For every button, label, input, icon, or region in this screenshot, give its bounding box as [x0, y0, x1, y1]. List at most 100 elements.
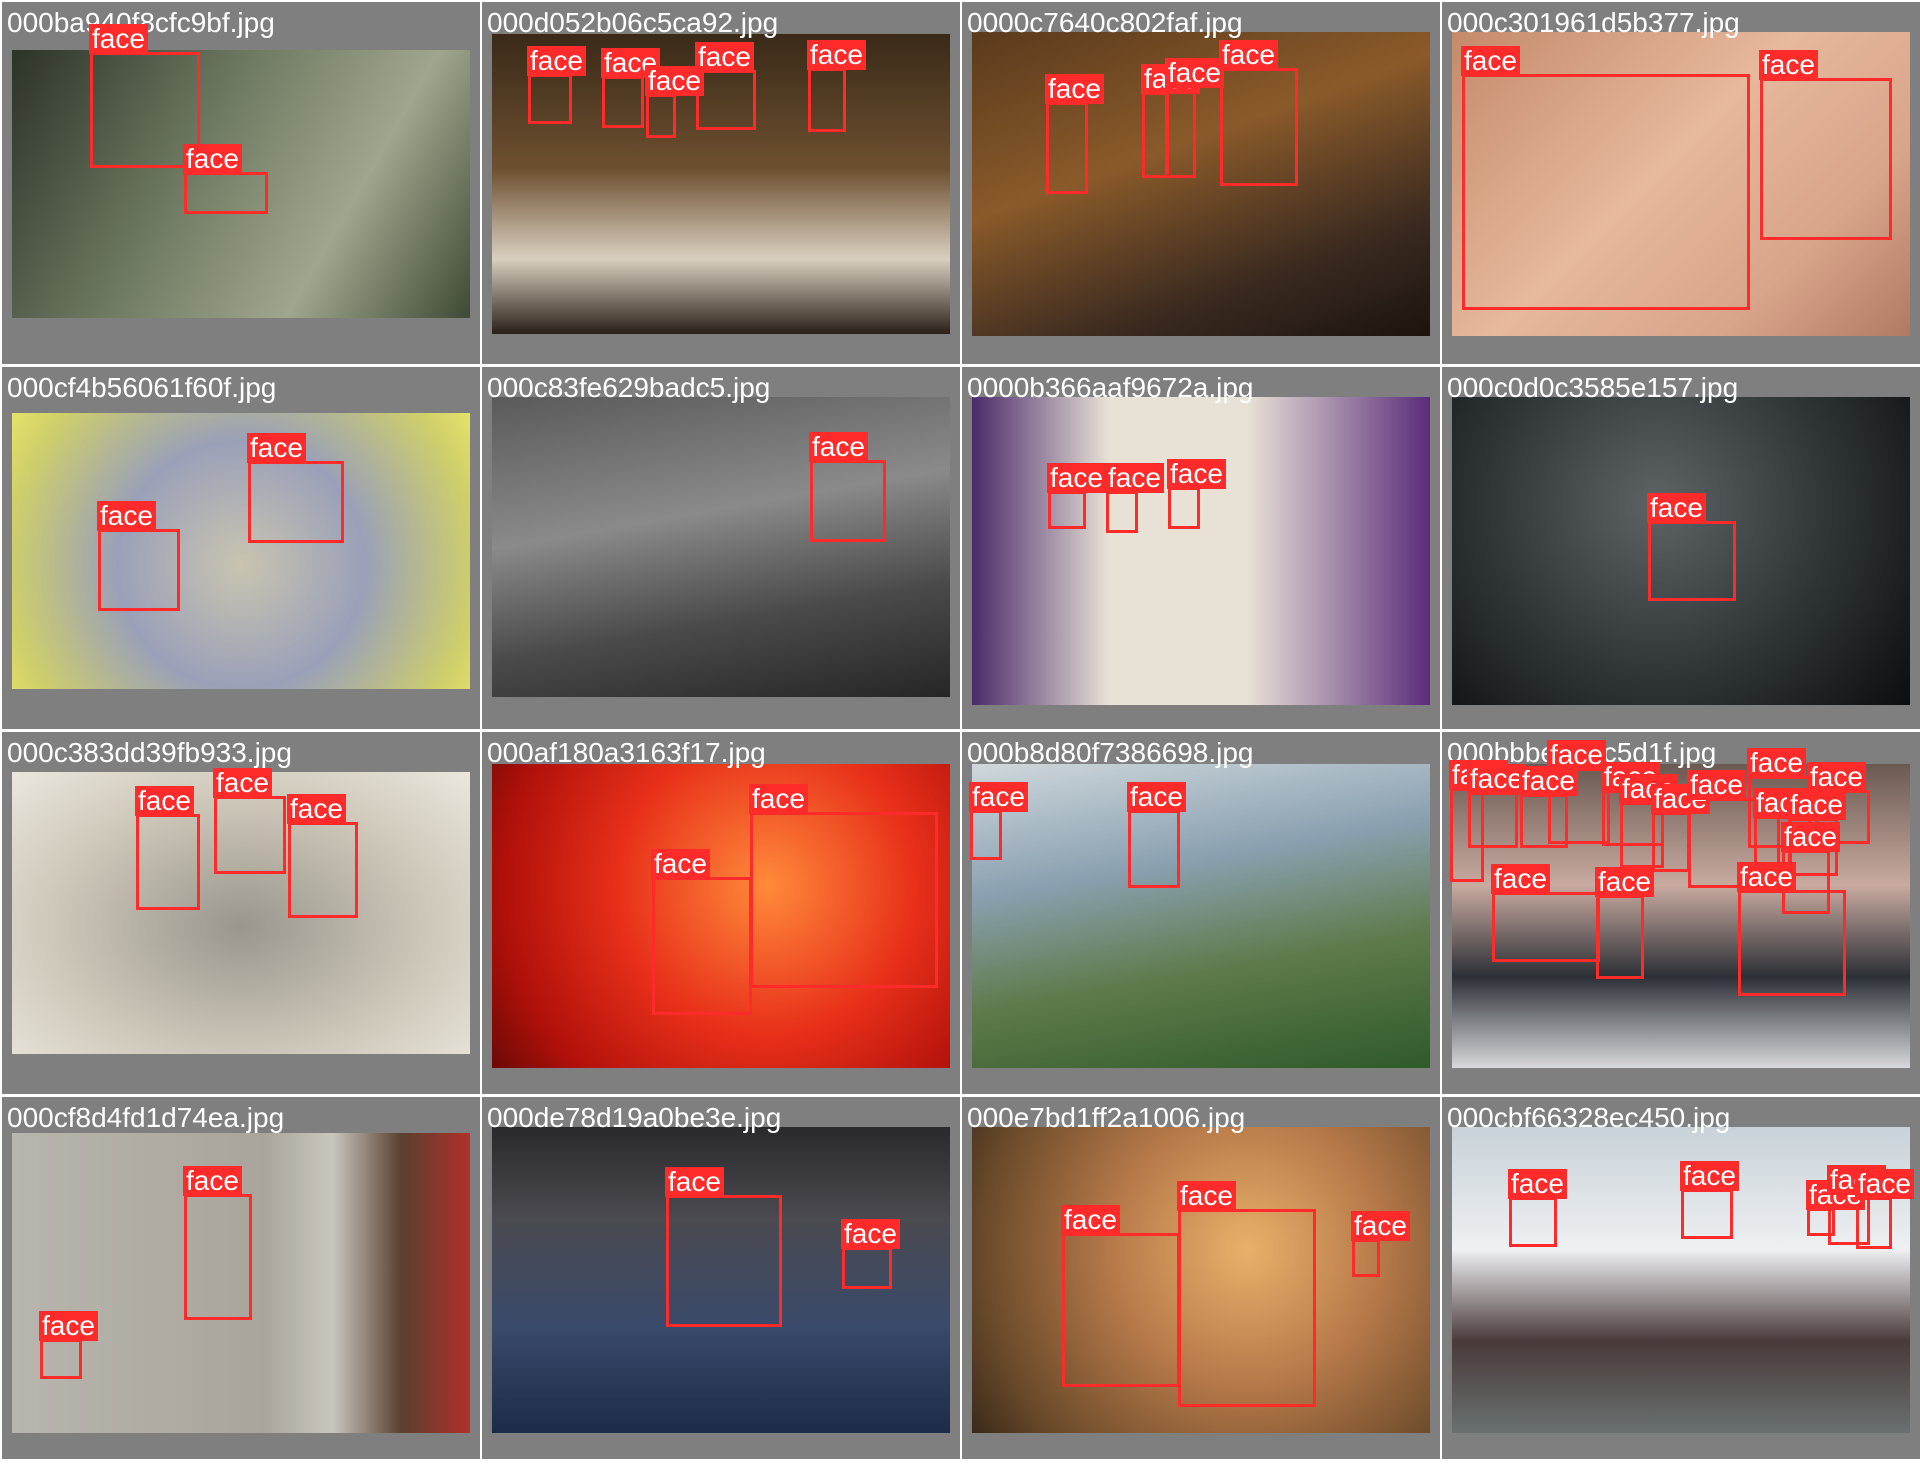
detection-mosaic: 000ba940f8cfc9bf.jpg face face 000d052b06c5…: [0, 0, 1920, 1464]
face-label: face: [1680, 1161, 1739, 1191]
face-label: face: [651, 849, 710, 879]
face-bounding-box: [1106, 491, 1138, 533]
face-bounding-box: [136, 814, 200, 910]
face-bounding-box: [1648, 521, 1736, 601]
face-bounding-box: [1468, 792, 1518, 848]
face-label: face: [183, 1166, 242, 1196]
face-label: face: [1781, 822, 1840, 852]
face-bounding-box: [1352, 1239, 1380, 1277]
face-bounding-box: [288, 822, 358, 918]
face-label: face: [807, 40, 866, 70]
face-label: face: [1351, 1211, 1410, 1241]
face-label: face: [1519, 766, 1578, 796]
face-bounding-box: [1596, 895, 1644, 979]
filename-label: 000c0d0c3585e157.jpg: [1447, 372, 1739, 403]
face-label: face: [1105, 463, 1164, 493]
face-label: face: [1127, 782, 1186, 812]
face-label: face: [1807, 762, 1866, 792]
face-label: face: [1855, 1169, 1914, 1199]
face-label: face: [1687, 770, 1746, 800]
face-label: face: [1595, 867, 1654, 897]
image-tile: 000c301961d5b377.jpg face face: [1442, 2, 1920, 364]
face-label: face: [89, 24, 148, 54]
face-label: face: [1759, 50, 1818, 80]
face-bounding-box: [1492, 892, 1600, 962]
face-bounding-box: [646, 94, 676, 138]
face-bounding-box: [810, 460, 886, 542]
face-bounding-box: [1128, 810, 1180, 888]
face-bounding-box: [652, 877, 752, 1015]
face-label: face: [1219, 40, 1278, 70]
face-label: face: [39, 1311, 98, 1341]
face-bounding-box: [184, 1194, 252, 1320]
filename-label: 000c301961d5b377.jpg: [1447, 7, 1740, 38]
image-tile: 000c83fe629badc5.jpg face: [482, 367, 960, 729]
face-bounding-box: [1462, 74, 1750, 310]
filename-label: 000c83fe629badc5.jpg: [487, 372, 771, 403]
face-label: face: [1787, 790, 1846, 820]
image-tile: 000cbf66328ec450.jpgfacefacefacefaceface: [1442, 1097, 1920, 1459]
face-label: face: [247, 433, 306, 463]
photo: [492, 397, 950, 697]
face-label: face: [1167, 459, 1226, 489]
image-tile: 000de78d19a0be3e.jpg face face: [482, 1097, 960, 1459]
filename-label: 000cf4b56061f60f.jpg: [7, 372, 277, 403]
face-label: face: [841, 1219, 900, 1249]
face-bounding-box: [248, 461, 344, 543]
face-bounding-box: [1738, 890, 1846, 996]
photo-shading: [972, 397, 1430, 705]
photo: [972, 764, 1430, 1068]
face-bounding-box: [842, 1247, 892, 1289]
face-bounding-box: [1509, 1197, 1557, 1247]
face-label: face: [287, 794, 346, 824]
face-label: face: [213, 768, 272, 798]
image-tile: 000c0d0c3585e157.jpg face: [1442, 367, 1920, 729]
face-bounding-box: [1652, 812, 1690, 872]
face-bounding-box: [1142, 92, 1168, 178]
photo-shading: [12, 413, 470, 689]
face-bounding-box: [1760, 78, 1892, 240]
face-bounding-box: [98, 529, 180, 611]
image-tile: 000cf4b56061f60f.jpg face face: [2, 367, 480, 729]
face-bounding-box: [1681, 1189, 1733, 1239]
face-label: face: [695, 42, 754, 72]
face-label: face: [135, 786, 194, 816]
face-bounding-box: [1046, 102, 1088, 194]
photo: [12, 413, 470, 689]
image-tile: 000cf8d4fd1d74ea.jpg face face: [2, 1097, 480, 1459]
image-tile: 000bbbe941c5d1f.jpgfacefacefacefacefacef…: [1442, 732, 1920, 1094]
image-tile: 000af180a3163f17.jpg face face: [482, 732, 960, 1094]
face-label: face: [183, 144, 242, 174]
face-label: face: [1047, 463, 1106, 493]
face-bounding-box: [1178, 1209, 1316, 1407]
filename-label: 000cf8d4fd1d74ea.jpg: [7, 1102, 285, 1133]
face-bounding-box: [1168, 487, 1200, 529]
face-label: face: [1061, 1205, 1120, 1235]
face-label: face: [969, 782, 1028, 812]
face-label: face: [1647, 493, 1706, 523]
filename-label: 0000c7640c802faf.jpg: [967, 7, 1243, 38]
face-bounding-box: [602, 76, 644, 128]
filename-label: 000cbf66328ec450.jpg: [1447, 1102, 1731, 1133]
face-bounding-box: [1048, 491, 1086, 529]
image-tile: 000e7bd1ff2a1006.jpg face face face: [962, 1097, 1440, 1459]
face-label: face: [97, 501, 156, 531]
photo-shading: [492, 397, 950, 697]
face-bounding-box: [696, 70, 756, 130]
face-label: face: [527, 46, 586, 76]
filename-label: 000c383dd39fb933.jpg: [7, 737, 292, 768]
face-label: face: [1737, 862, 1796, 892]
filename-label: 000b8d80f7386698.jpg: [967, 737, 1254, 768]
face-label: face: [1491, 864, 1550, 894]
filename-label: 000de78d19a0be3e.jpg: [487, 1102, 782, 1133]
face-label: face: [1467, 764, 1526, 794]
face-label: face: [1547, 740, 1606, 770]
face-bounding-box: [750, 812, 938, 988]
face-label: face: [1461, 46, 1520, 76]
face-bounding-box: [970, 810, 1002, 860]
face-label: face: [1165, 58, 1224, 88]
image-tile: 0000b366aaf9672a.jpg face face face: [962, 367, 1440, 729]
image-tile: 0000c7640c802faf.jpgfacefacefaceface: [962, 2, 1440, 364]
filename-label: 000e7bd1ff2a1006.jpg: [967, 1102, 1246, 1133]
photo-shading: [972, 764, 1430, 1068]
